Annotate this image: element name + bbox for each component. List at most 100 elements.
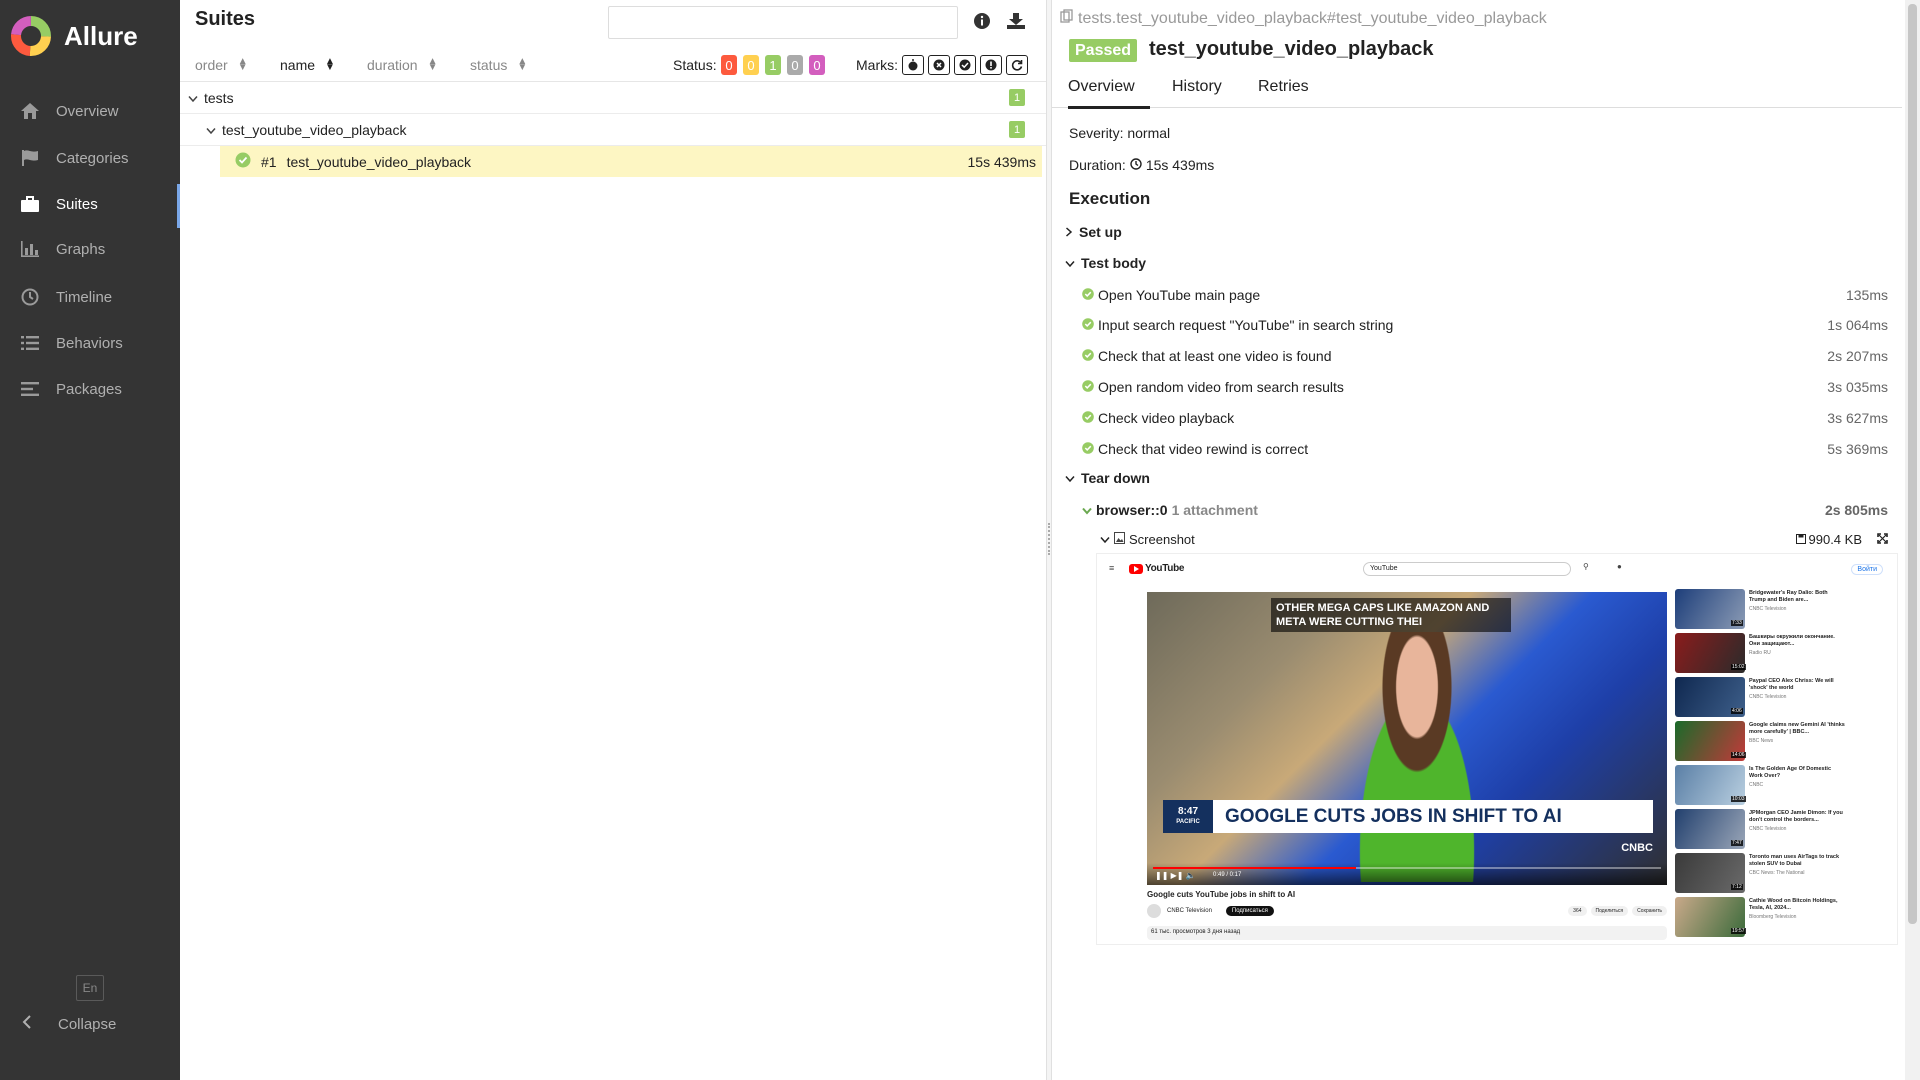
page-title: Suites xyxy=(195,8,256,30)
share-label: Поделиться xyxy=(1590,906,1629,916)
sidebar-item-overview[interactable]: Overview xyxy=(0,91,180,131)
collapse-button[interactable]: Collapse xyxy=(22,1015,116,1033)
network-logo: CNBC xyxy=(1621,842,1653,854)
step-row[interactable]: Open random video from search results 3s… xyxy=(1082,376,1888,398)
status-broken-badge[interactable]: 0 xyxy=(743,55,759,75)
tree-node-count: 1 xyxy=(1009,89,1025,106)
home-icon xyxy=(18,101,42,121)
video-top-caption: OTHER MEGA CAPS LIKE AMAZON AND META WER… xyxy=(1271,598,1511,632)
download-icon[interactable] xyxy=(1006,12,1026,33)
sidebar-item-graphs[interactable]: Graphs xyxy=(0,229,180,269)
sort-duration[interactable]: duration ▲ ▼ xyxy=(367,57,438,74)
rec-duration: 7:33 xyxy=(1731,620,1743,626)
setup-section[interactable]: Set up xyxy=(1065,224,1122,240)
breadcrumb[interactable]: tests.test_youtube_video_playback#test_y… xyxy=(1060,9,1547,28)
step-row[interactable]: Check that video rewind is correct 5s 36… xyxy=(1082,438,1888,460)
rec-duration: 10:03 xyxy=(1731,796,1746,802)
mic-icon: ● xyxy=(1617,562,1622,571)
status-passed-badge[interactable]: 1 xyxy=(765,55,781,75)
tree-node-count: 1 xyxy=(1009,121,1025,138)
tree-node-test-youtube-video-playback[interactable]: test_youtube_video_playback 1 xyxy=(180,114,1046,146)
severity-text: Severity: normal xyxy=(1069,125,1171,141)
video-headline: GOOGLE CUTS JOBS IN SHIFT TO AI xyxy=(1225,805,1562,827)
chevron-down-icon xyxy=(1100,532,1110,547)
sidebar-item-categories[interactable]: Categories xyxy=(0,138,180,178)
rec-duration: 15:02 xyxy=(1731,664,1746,670)
detail-scrollbar[interactable] xyxy=(1905,0,1920,1080)
sidebar-item-label: Suites xyxy=(56,195,98,213)
step-row[interactable]: Input search request "YouTube" in search… xyxy=(1082,314,1888,336)
mark-retries-icon[interactable] xyxy=(1006,55,1028,75)
detail-tabs: Overview History Retries xyxy=(1052,72,1902,109)
passed-status-icon xyxy=(235,152,251,171)
test-body-section[interactable]: Test body xyxy=(1065,255,1146,271)
tab-retries[interactable]: Retries xyxy=(1258,78,1309,106)
rec-channel: Radio RU xyxy=(1749,650,1771,656)
teardown-section[interactable]: Tear down xyxy=(1065,470,1150,486)
collapse-label: Collapse xyxy=(58,1015,117,1033)
rec-channel: CNBC Television xyxy=(1749,826,1787,832)
attachment-size: 990.4 KB xyxy=(1795,531,1863,547)
step-row[interactable]: Check that at least one video is found 2… xyxy=(1082,345,1888,367)
sidebar-item-behaviors[interactable]: Behaviors xyxy=(0,323,180,363)
rec-duration: 7:12 xyxy=(1731,884,1743,890)
chevron-down-icon xyxy=(206,122,216,138)
screenshot-attachment: ≡ YouTube YouTube ⚲ ● Войти OTHER MEGA C… xyxy=(1096,553,1898,945)
step-name: Check that video rewind is correct xyxy=(1098,441,1309,457)
teardown-step-row[interactable]: browser::0 1 attachment 2s 805ms xyxy=(1082,499,1888,521)
mark-new-passed-icon[interactable] xyxy=(954,55,976,75)
step-time: 2s 207ms xyxy=(1827,348,1888,364)
sidebar-item-timeline[interactable]: Timeline xyxy=(0,277,180,317)
mark-new-failed-icon[interactable] xyxy=(928,55,950,75)
tab-history[interactable]: History xyxy=(1172,78,1222,106)
duration-value: 15s 439ms xyxy=(1145,157,1215,173)
sort-order[interactable]: order ▲ ▼ xyxy=(195,57,248,74)
attachment-size-value: 990.4 KB xyxy=(1808,531,1863,547)
sort-name-label: name xyxy=(280,57,316,73)
status-skipped-badge[interactable]: 0 xyxy=(787,55,803,75)
execution-title: Execution xyxy=(1069,189,1151,208)
expand-icon[interactable] xyxy=(1877,532,1888,547)
rec-title: Башкиры окружили окончание. Они защищают… xyxy=(1749,634,1835,647)
language-switcher[interactable]: En xyxy=(76,975,104,1001)
sort-status[interactable]: status ▲ ▼ xyxy=(470,57,527,74)
marks-filter-label: Marks: xyxy=(856,57,898,73)
yt-signin: Войти xyxy=(1851,564,1883,575)
rec-title: Paypal CEO Alex Chriss: We will 'shock' … xyxy=(1749,678,1834,691)
brand[interactable]: Allure xyxy=(10,14,138,58)
step-row[interactable]: Open YouTube main page 135ms xyxy=(1082,284,1888,306)
tab-overview[interactable]: Overview xyxy=(1068,78,1150,109)
mark-flaky-icon[interactable] xyxy=(902,55,924,75)
tree-node-label: test_youtube_video_playback xyxy=(222,121,407,138)
breadcrumb-text: tests.test_youtube_video_playback#test_y… xyxy=(1078,9,1547,27)
step-row[interactable]: Check video playback 3s 627ms xyxy=(1082,407,1888,429)
recommendation-item: 4:06 Paypal CEO Alex Chriss: We will 'sho… xyxy=(1675,676,1845,719)
rec-duration: 14:06 xyxy=(1731,752,1746,758)
brand-name: Allure xyxy=(64,20,138,51)
rec-channel: CNBC Television xyxy=(1749,606,1787,612)
search-input[interactable] xyxy=(608,6,958,39)
rec-duration: 19:57 xyxy=(1731,928,1746,934)
test-case-row[interactable]: #1 test_youtube_video_playback 15s 439ms xyxy=(220,146,1042,177)
status-unknown-badge[interactable]: 0 xyxy=(809,55,825,75)
sort-duration-label: duration xyxy=(367,57,418,73)
sort-name[interactable]: name ▲ ▼ xyxy=(280,57,335,74)
recommendation-item: 15:02 Башкиры окружили окончание. Они защ… xyxy=(1675,632,1845,675)
recommendation-item: 19:57 Cathie Wood on Bitcoin Holdings, Te… xyxy=(1675,896,1845,939)
sidebar-item-suites[interactable]: Suites xyxy=(0,184,180,228)
info-icon[interactable] xyxy=(973,12,991,33)
sidebar-item-packages[interactable]: Packages xyxy=(0,369,180,409)
sidebar-item-label: Timeline xyxy=(56,288,113,306)
yt-search-box: YouTube xyxy=(1363,562,1571,576)
tree-node-tests[interactable]: tests 1 xyxy=(180,82,1046,114)
copy-link-icon[interactable] xyxy=(1060,9,1074,28)
rec-title: Cathie Wood on Bitcoin Holdings, Tesla, … xyxy=(1749,898,1838,911)
mark-new-broken-icon[interactable] xyxy=(980,55,1002,75)
rec-title: Toronto man uses AirTags to track stolen… xyxy=(1749,854,1840,867)
step-time: 1s 064ms xyxy=(1827,317,1888,333)
step-name: Input search request "YouTube" in search… xyxy=(1098,317,1394,333)
attachment-row[interactable]: Screenshot 990.4 KB xyxy=(1100,528,1888,550)
status-failed-badge[interactable]: 0 xyxy=(721,55,737,75)
scrollbar-thumb[interactable] xyxy=(1908,4,1917,924)
passed-status-icon xyxy=(1082,317,1094,333)
